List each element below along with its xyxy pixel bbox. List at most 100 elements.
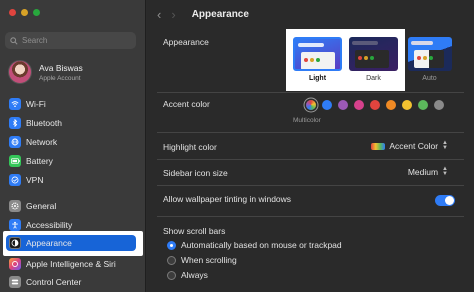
sidebar: Ava Biswas Apple Account Wi-Fi Bluetooth…	[0, 0, 146, 292]
thumb-menubar	[298, 43, 324, 47]
divider	[157, 92, 464, 93]
battery-icon	[9, 155, 21, 167]
appearance-option-light[interactable]	[293, 37, 342, 71]
accent-pink-swatch[interactable]	[354, 100, 364, 110]
wallpaper-tinting-label: Allow wallpaper tinting in windows	[163, 194, 292, 204]
accent-blue-swatch[interactable]	[322, 100, 332, 110]
accent-row: Accent color	[157, 99, 216, 109]
sidebar-item-label: Control Center	[26, 277, 82, 287]
close-window-button[interactable]	[9, 9, 16, 16]
appearance-row-label-wrap: Appearance	[157, 37, 215, 47]
back-button[interactable]: ‹	[157, 8, 161, 21]
radio-always[interactable]	[167, 270, 176, 280]
highlight-color-preview	[371, 142, 386, 150]
avatar	[8, 60, 32, 84]
control-center-icon	[9, 276, 21, 288]
scroll-bars-row: Show scroll bars	[157, 226, 231, 236]
toolbar: ‹ › Appearance	[147, 0, 474, 28]
wallpaper-tinting-toggle[interactable]	[435, 195, 455, 206]
thumb-window-controls	[358, 56, 374, 60]
sidebar-item-general[interactable]: General	[6, 198, 136, 214]
appearance-options-callout: Light Dark	[286, 29, 405, 91]
accent-yellow-swatch[interactable]	[402, 100, 412, 110]
accent-swatches	[306, 100, 444, 110]
page-title: Appearance	[191, 8, 249, 20]
minimize-window-button[interactable]	[21, 9, 28, 16]
scroll-option-always[interactable]: Always	[161, 270, 214, 280]
appearance-option-auto[interactable]	[408, 37, 452, 71]
sidebar-item-label: Accessibility	[26, 220, 73, 230]
accessibility-icon	[9, 219, 21, 231]
accent-graphite-swatch[interactable]	[434, 100, 444, 110]
sidebar-item-label: Bluetooth	[26, 118, 62, 128]
accent-multicolor-caption: Multicolor	[293, 117, 321, 124]
radio-automatic[interactable]	[167, 240, 176, 250]
scroll-option-automatic[interactable]: Automatically based on mouse or trackpad	[161, 240, 348, 250]
radio-when-scrolling[interactable]	[167, 255, 176, 265]
appearance-option-auto-label: Auto	[422, 75, 437, 82]
sidebar-item-label: Network	[26, 137, 58, 147]
forward-button[interactable]: ›	[171, 8, 175, 21]
accent-purple-swatch[interactable]	[338, 100, 348, 110]
wifi-icon	[9, 98, 21, 110]
siri-icon	[9, 258, 21, 270]
scroll-option-when-scrolling-label: When scrolling	[181, 255, 237, 265]
main-content: ‹ › Appearance Appearance Light Dark Aut…	[147, 0, 474, 292]
sidebar-item-battery[interactable]: Battery	[6, 153, 136, 169]
appearance-label: Appearance	[163, 37, 209, 47]
appearance-option-dark[interactable]	[349, 37, 398, 71]
accent-red-swatch[interactable]	[370, 100, 380, 110]
sidebar-item-control-center[interactable]: Control Center	[6, 274, 136, 290]
show-scroll-bars-label: Show scroll bars	[163, 226, 226, 236]
sidebar-icon-size-value: Medium	[407, 167, 439, 177]
highlight-color-value: Accent Color	[389, 141, 439, 151]
apple-account[interactable]: Ava Biswas Apple Account	[8, 60, 83, 84]
zoom-window-button[interactable]	[33, 9, 40, 16]
divider	[157, 185, 464, 186]
search-input[interactable]	[22, 36, 122, 45]
sidebar-item-network[interactable]: Network	[6, 134, 136, 150]
popup-stepper-icon: ▲ ▼	[442, 166, 448, 177]
gear-icon	[9, 200, 21, 212]
account-name: Ava Biswas	[39, 62, 83, 73]
search-field[interactable]	[5, 32, 136, 49]
thumb-window-controls	[304, 58, 320, 62]
sidebar-icon-size-popup[interactable]: Medium ▲ ▼	[407, 166, 448, 177]
divider	[157, 132, 464, 133]
scroll-option-automatic-label: Automatically based on mouse or trackpad	[181, 240, 342, 250]
sidebar-item-bluetooth[interactable]: Bluetooth	[6, 115, 136, 131]
appearance-option-dark-label: Dark	[366, 75, 381, 82]
thumb-menubar	[411, 41, 433, 45]
highlight-color-label: Highlight color	[163, 142, 217, 152]
sidebar-item-label: Appearance	[26, 238, 72, 248]
icon-size-row: Sidebar icon size	[157, 168, 234, 178]
sidebar-item-label: Wi-Fi	[26, 99, 46, 109]
scroll-option-when-scrolling[interactable]: When scrolling	[161, 255, 243, 265]
sidebar-icon-size-label: Sidebar icon size	[163, 168, 228, 178]
network-icon	[9, 136, 21, 148]
sidebar-item-appearance[interactable]: Appearance	[6, 235, 136, 251]
sidebar-item-vpn[interactable]: VPN	[6, 172, 136, 188]
scroll-option-always-label: Always	[181, 270, 208, 280]
highlight-row: Highlight color	[157, 142, 223, 152]
accent-orange-swatch[interactable]	[386, 100, 396, 110]
accent-multicolor-swatch[interactable]	[306, 100, 316, 110]
accent-green-swatch[interactable]	[418, 100, 428, 110]
search-icon	[10, 36, 18, 45]
accent-color-label: Accent color	[163, 99, 210, 109]
sidebar-item-label: VPN	[26, 175, 44, 185]
appearance-icon	[9, 237, 21, 249]
sidebar-item-label: Battery	[26, 156, 53, 166]
popup-stepper-icon: ▲ ▼	[442, 140, 448, 151]
highlight-color-popup[interactable]: Accent Color ▲ ▼	[371, 140, 448, 151]
sidebar-item-wifi[interactable]: Wi-Fi	[6, 96, 136, 112]
sidebar-item-label: Apple Intelligence & Siri	[26, 259, 116, 269]
bluetooth-icon	[9, 117, 21, 129]
thumb-menubar	[352, 41, 378, 45]
wallpaper-tinting-row: Allow wallpaper tinting in windows	[157, 194, 297, 204]
window-controls	[9, 9, 40, 16]
divider	[157, 216, 464, 217]
sidebar-item-apple-intelligence-siri[interactable]: Apple Intelligence & Siri	[6, 256, 136, 272]
sidebar-item-label: General	[26, 201, 57, 211]
thumb-window-controls	[417, 56, 433, 60]
